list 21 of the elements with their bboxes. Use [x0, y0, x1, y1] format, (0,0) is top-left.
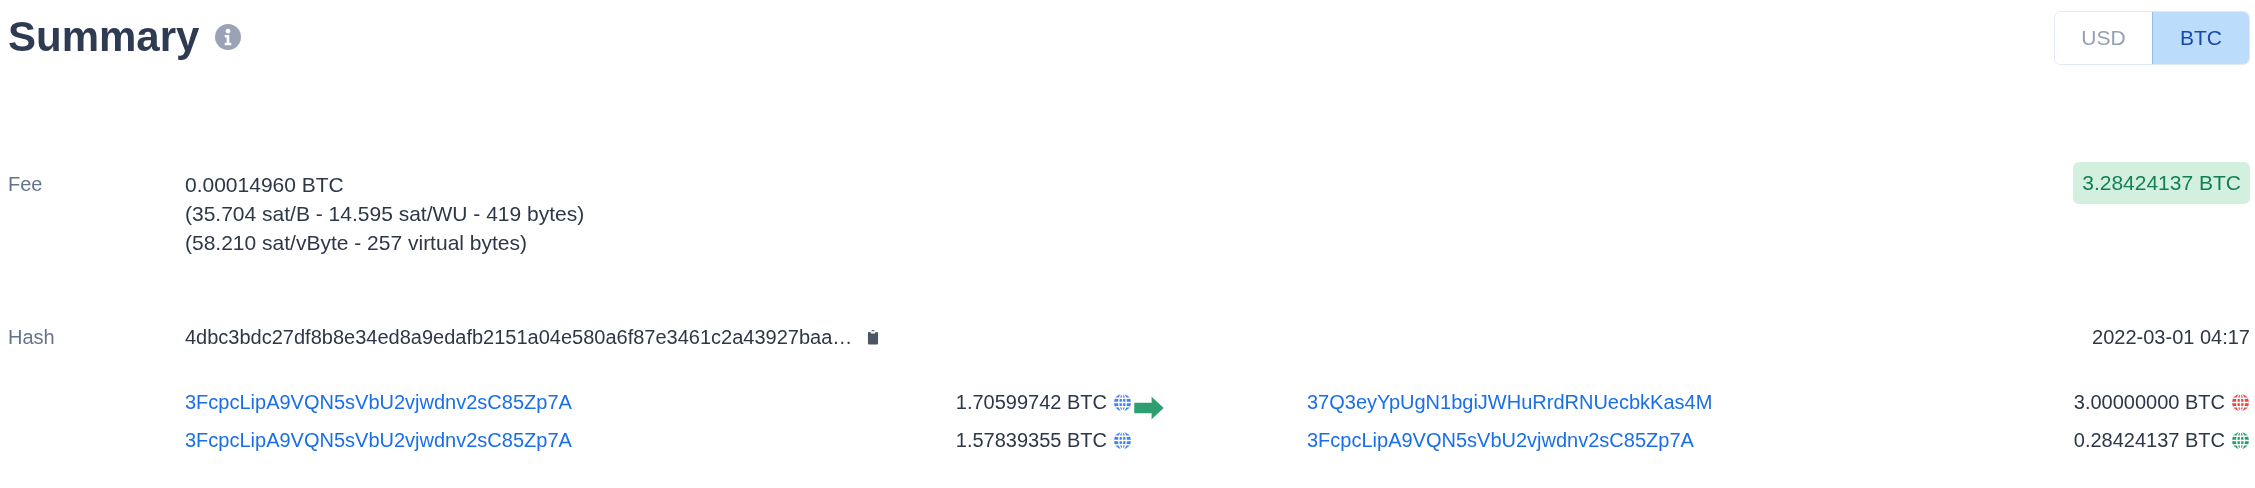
page-title: Summary	[8, 16, 200, 58]
address-link[interactable]: 3FcpcLipA9VQN5sVbU2vjwdnv2sC85Zp7A	[1307, 425, 2068, 455]
transaction-hash: 4dbc3bdc27df8b8e34ed8a9edafb2151a04e580a6f87e3461c2a43927baa…	[185, 326, 853, 349]
address-link[interactable]: 3FcpcLipA9VQN5sVbU2vjwdnv2sC85Zp7A	[185, 425, 950, 455]
fee-text: (58.210 sat/vByte - 257 virtual bytes)	[185, 230, 528, 256]
currency-toggle-button[interactable]: BTC	[2152, 12, 2249, 64]
address-link[interactable]: 37Q3eyYpUgN1bgiJWHuRrdRNUecbkKas4M	[1307, 387, 2068, 417]
fee-text: (35.704 sat/B - 14.595 sat/WU - 419 bytes)	[185, 201, 586, 227]
total-amount-badge: 3.28424137 BTC	[2073, 162, 2250, 204]
field-label: Hash	[8, 326, 56, 349]
amount-text: 1.70599742 BTC	[955, 390, 1107, 415]
amount-text: 0.28424137 BTC	[2073, 428, 2225, 453]
timestamp: 2022-03-01 04:17	[2092, 326, 2250, 349]
amount-text: 1.57839355 BTC	[955, 428, 1107, 453]
fee-text: 0.00014960 BTC	[185, 172, 345, 198]
info-icon	[215, 24, 242, 50]
field-label: Fee	[8, 172, 44, 197]
right-arrow-icon	[1134, 395, 1164, 421]
amount-text: 3.00000000 BTC	[2073, 390, 2225, 415]
clipboard-icon[interactable]	[866, 329, 881, 346]
address-link[interactable]: 3FcpcLipA9VQN5sVbU2vjwdnv2sC85Zp7A	[185, 387, 950, 417]
